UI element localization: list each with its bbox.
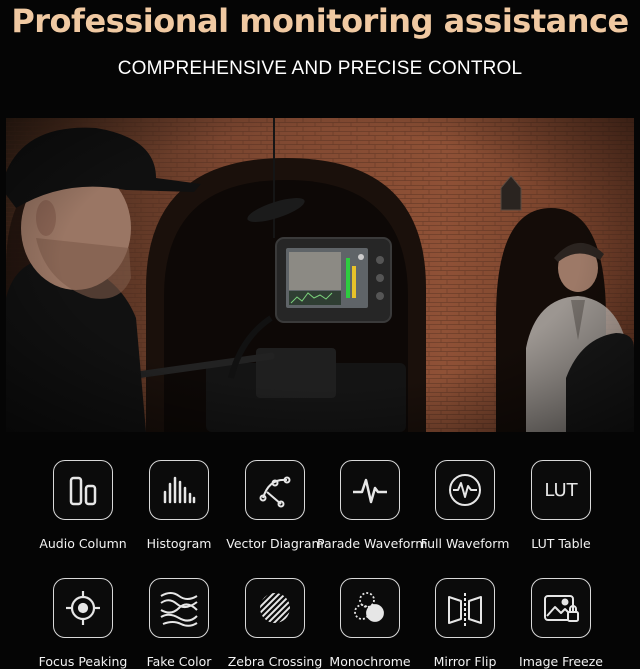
feature-lut-table: LUT LUT Table <box>508 460 614 551</box>
feature-mirror-flip: Mirror Flip <box>412 578 518 669</box>
hero-photo-illustration <box>6 118 634 432</box>
full-waveform-icon <box>435 460 495 520</box>
page-title: Professional monitoring assistance <box>11 2 629 40</box>
feature-label: Monochrome <box>329 654 411 669</box>
audio-column-icon <box>53 460 113 520</box>
feature-label: Zebra Crossing <box>227 654 323 669</box>
feature-image-freeze: Image Freeze <box>508 578 614 669</box>
feature-monochrome: Monochrome <box>317 578 423 669</box>
parade-waveform-icon <box>340 460 400 520</box>
lut-table-icon: LUT <box>531 460 591 520</box>
feature-label: LUT Table <box>531 536 591 551</box>
fake-color-icon <box>149 578 209 638</box>
feature-fake-color: Fake Color <box>126 578 232 669</box>
feature-label: Histogram <box>146 536 212 551</box>
histogram-icon <box>149 460 209 520</box>
image-freeze-icon <box>531 578 591 638</box>
feature-parade-waveform: Parade Waveform <box>317 460 428 551</box>
feature-label: Full Waveform <box>420 536 510 551</box>
focus-peaking-icon <box>53 578 113 638</box>
feature-full-waveform: Full Waveform <box>412 460 518 551</box>
vector-diagram-icon <box>245 460 305 520</box>
mirror-flip-icon <box>435 578 495 638</box>
feature-audio-column: Audio Column <box>30 460 136 551</box>
feature-focus-peaking: Focus Peaking <box>30 578 136 669</box>
feature-zebra-crossing: Zebra Crossing <box>222 578 328 669</box>
feature-label: Image Freeze <box>519 654 603 669</box>
feature-label: Focus Peaking <box>38 654 128 669</box>
feature-label: Fake Color <box>146 654 212 669</box>
monochrome-icon <box>340 578 400 638</box>
feature-label: Mirror Flip <box>433 654 497 669</box>
zebra-crossing-icon <box>245 578 305 638</box>
hero-photo <box>6 118 634 432</box>
feature-label: Parade Waveform <box>317 536 428 551</box>
feature-histogram: Histogram <box>126 460 232 551</box>
feature-label: Vector Diagram <box>226 536 324 551</box>
feature-label: Audio Column <box>39 536 127 551</box>
feature-vector-diagram: Vector Diagram <box>222 460 328 551</box>
page-subtitle: COMPREHENSIVE AND PRECISE CONTROL <box>117 58 523 79</box>
